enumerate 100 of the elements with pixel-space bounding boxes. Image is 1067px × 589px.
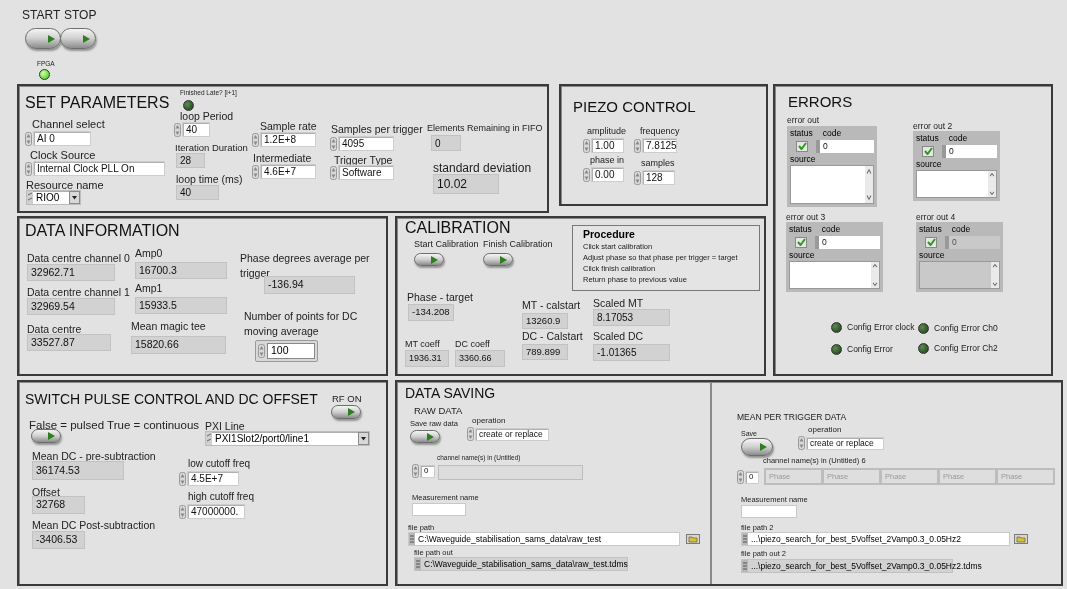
- input-field[interactable]: 0: [420, 464, 435, 478]
- input-field[interactable]: 4095: [338, 136, 394, 151]
- input-field[interactable]: [412, 503, 466, 516]
- input-field[interactable]: 0.00: [591, 167, 624, 182]
- field-label: Samples per trigger: [331, 124, 423, 135]
- status-checkbox[interactable]: [796, 140, 808, 152]
- spinner-icon[interactable]: [330, 165, 337, 180]
- dropdown[interactable]: PXI1Slot2/port0/line1: [205, 431, 370, 446]
- spinner-icon[interactable]: [330, 136, 337, 151]
- source-textbox[interactable]: [789, 261, 880, 289]
- value-display: 10.02: [433, 174, 499, 194]
- spinner-icon[interactable]: [252, 164, 259, 179]
- spinner-icon[interactable]: [258, 344, 265, 358]
- play-icon: [348, 408, 355, 416]
- input-field[interactable]: 4.5E+7: [187, 471, 239, 486]
- spinner-icon[interactable]: [798, 436, 805, 450]
- source-textbox[interactable]: [790, 165, 874, 204]
- field-label: Config Error clock: [847, 323, 915, 332]
- spinner-icon[interactable]: [467, 427, 474, 441]
- scrollbar-icon[interactable]: [988, 171, 996, 197]
- toggle-button[interactable]: [741, 438, 773, 456]
- toggle-button[interactable]: [410, 430, 440, 443]
- source-textbox[interactable]: [916, 170, 997, 198]
- path-field[interactable]: ...\piezo_search_for_best_5Voffset_2Vamp0.3_0.05Hz2: [741, 532, 1010, 546]
- path-field[interactable]: C:\Waveguide_stabilisation_sams_data\raw_test: [408, 532, 680, 546]
- field-label: loop time (ms): [176, 174, 243, 185]
- spinner-icon[interactable]: [634, 138, 641, 153]
- value-display: 15820.66: [131, 336, 226, 354]
- spinner-icon[interactable]: [583, 138, 590, 153]
- spinner-icon[interactable]: [252, 132, 259, 147]
- folder-icon[interactable]: [1014, 534, 1028, 544]
- input-field[interactable]: 1.00: [591, 138, 624, 153]
- procedure-title: Procedure: [583, 228, 636, 242]
- field-label: MT coeff: [405, 340, 440, 349]
- folder-icon[interactable]: [686, 534, 700, 544]
- input-field[interactable]: Software: [338, 165, 394, 180]
- spinner-icon[interactable]: [179, 504, 186, 519]
- value-display: 32768: [32, 496, 85, 514]
- field-label: operation: [472, 417, 506, 425]
- code-label: code: [821, 225, 841, 234]
- field-label: DC - Calstart: [522, 331, 583, 342]
- spinner-icon[interactable]: [737, 470, 744, 484]
- code-field[interactable]: 0: [815, 235, 880, 249]
- toggle-button[interactable]: [483, 253, 513, 266]
- value-display: -136.94: [264, 276, 355, 294]
- value-display: 0: [431, 135, 461, 151]
- code-field: 0: [945, 235, 1000, 249]
- spinner-icon[interactable]: [25, 161, 32, 176]
- input-field[interactable]: 0: [745, 470, 759, 484]
- toggle-button[interactable]: [31, 429, 61, 443]
- field-label: error out: [787, 116, 820, 125]
- input-field[interactable]: [741, 505, 797, 518]
- source-label: source: [916, 159, 943, 168]
- input-field[interactable]: Internal Clock PLL On: [33, 161, 165, 176]
- code-field[interactable]: 0: [942, 144, 997, 158]
- status-label: status: [790, 129, 813, 138]
- input-field[interactable]: create or replace: [475, 427, 549, 441]
- value-display: 13260.9: [522, 313, 568, 329]
- spinner-icon[interactable]: [179, 471, 186, 486]
- input-field[interactable]: AI 0: [33, 131, 91, 146]
- input-field[interactable]: 1.2E+8: [260, 132, 316, 147]
- field-label: Finish Calibration: [483, 240, 553, 249]
- toggle-button[interactable]: [25, 28, 61, 49]
- field-label: PXI Line: [205, 421, 245, 432]
- field-label: Mean DC Post-subtraction: [32, 520, 156, 531]
- field-label: Config Error Ch2: [934, 344, 998, 353]
- field-label: Config Error: [847, 345, 893, 354]
- spinner-icon[interactable]: [174, 122, 181, 137]
- spinner-icon[interactable]: [412, 464, 419, 478]
- value-display: 36174.53: [32, 461, 124, 480]
- input-field[interactable]: 128: [642, 170, 675, 185]
- input-field[interactable]: 7.8125: [642, 138, 677, 153]
- scrollbar-icon[interactable]: [865, 166, 873, 203]
- scrollbar-icon[interactable]: [871, 262, 879, 288]
- spinner-icon[interactable]: [583, 167, 590, 182]
- status-checkbox[interactable]: [795, 236, 807, 248]
- toggle-button[interactable]: [331, 405, 361, 419]
- panel-title: DATA INFORMATION: [25, 223, 180, 239]
- input-field[interactable]: 47000000.: [187, 504, 245, 519]
- play-icon: [431, 255, 438, 264]
- play-icon: [83, 34, 90, 43]
- field-label: Data centre: [27, 324, 82, 335]
- spinner-icon[interactable]: [25, 131, 32, 146]
- spinner-icon[interactable]: [634, 170, 641, 185]
- code-field[interactable]: 0: [816, 139, 874, 153]
- field-label: standard deviation: [433, 162, 532, 174]
- input-field[interactable]: create or replace: [806, 436, 884, 450]
- status-label: status: [789, 225, 812, 234]
- input-field[interactable]: 100: [267, 343, 315, 359]
- toggle-button[interactable]: [60, 28, 96, 49]
- field-label: operation: [808, 426, 842, 434]
- dropdown[interactable]: RIO0: [26, 190, 81, 205]
- field-label: Clock Source: [30, 150, 96, 161]
- input-field[interactable]: 40: [182, 122, 210, 137]
- status-checkbox[interactable]: [922, 145, 934, 157]
- field-label: samples: [641, 159, 675, 168]
- panel-title: SET PARAMETERS: [25, 95, 170, 111]
- array-element-field[interactable]: [438, 465, 583, 480]
- input-field[interactable]: 4.6E+7: [260, 164, 316, 179]
- toggle-button[interactable]: [414, 253, 444, 266]
